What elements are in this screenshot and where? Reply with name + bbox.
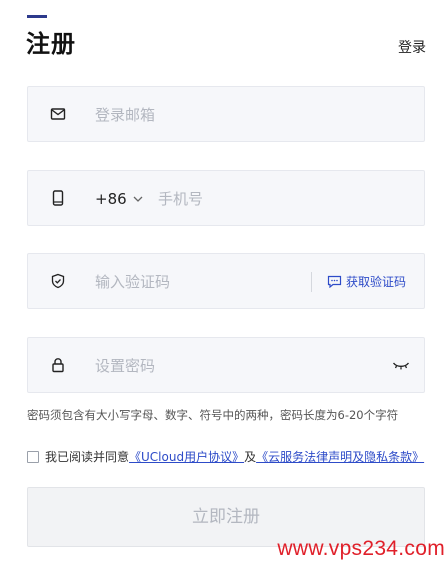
agreement-and: 及 [244,450,257,464]
email-field[interactable]: 登录邮箱 [27,86,425,142]
verification-code-field[interactable]: 输入验证码 获取验证码 [27,253,425,309]
page-title: 注册 [26,30,76,58]
phone-placeholder: 手机号 [158,190,204,208]
email-placeholder: 登录邮箱 [95,106,156,124]
code-placeholder: 输入验证码 [95,273,171,291]
shield-check-icon [51,273,65,289]
user-agreement-link[interactable]: 《UCloud用户协议》 [129,450,244,464]
get-code-button[interactable]: 获取验证码 [327,254,406,310]
phone-field[interactable]: +86 手机号 [27,170,425,226]
agreement-prefix: 我已阅读并同意 [45,450,130,464]
agreement-row: 我已阅读并同意《UCloud用户协议》及《云服务法律声明及隐私条款》 [27,448,424,465]
title-accent-bar [27,15,47,18]
mail-icon [50,108,66,120]
lock-icon [52,358,64,373]
get-code-label: 获取验证码 [346,275,407,289]
agreement-checkbox[interactable] [27,450,39,463]
login-link[interactable]: 登录 [398,37,426,57]
watermark: www.vps234.com [277,537,445,560]
password-placeholder: 设置密码 [95,357,156,375]
privacy-terms-link[interactable]: 《云服务法律声明及隐私条款》 [256,450,424,464]
country-code-select[interactable]: +86 [95,171,127,227]
divider [311,272,312,292]
password-field[interactable]: 设置密码 [27,337,425,393]
chevron-down-icon[interactable] [132,193,144,205]
message-icon [327,275,342,289]
password-hint: 密码须包含有大小写字母、数字、符号中的两种，密码长度为6-20个字符 [27,408,399,422]
phone-icon [52,190,64,206]
eye-closed-icon[interactable] [392,358,410,372]
